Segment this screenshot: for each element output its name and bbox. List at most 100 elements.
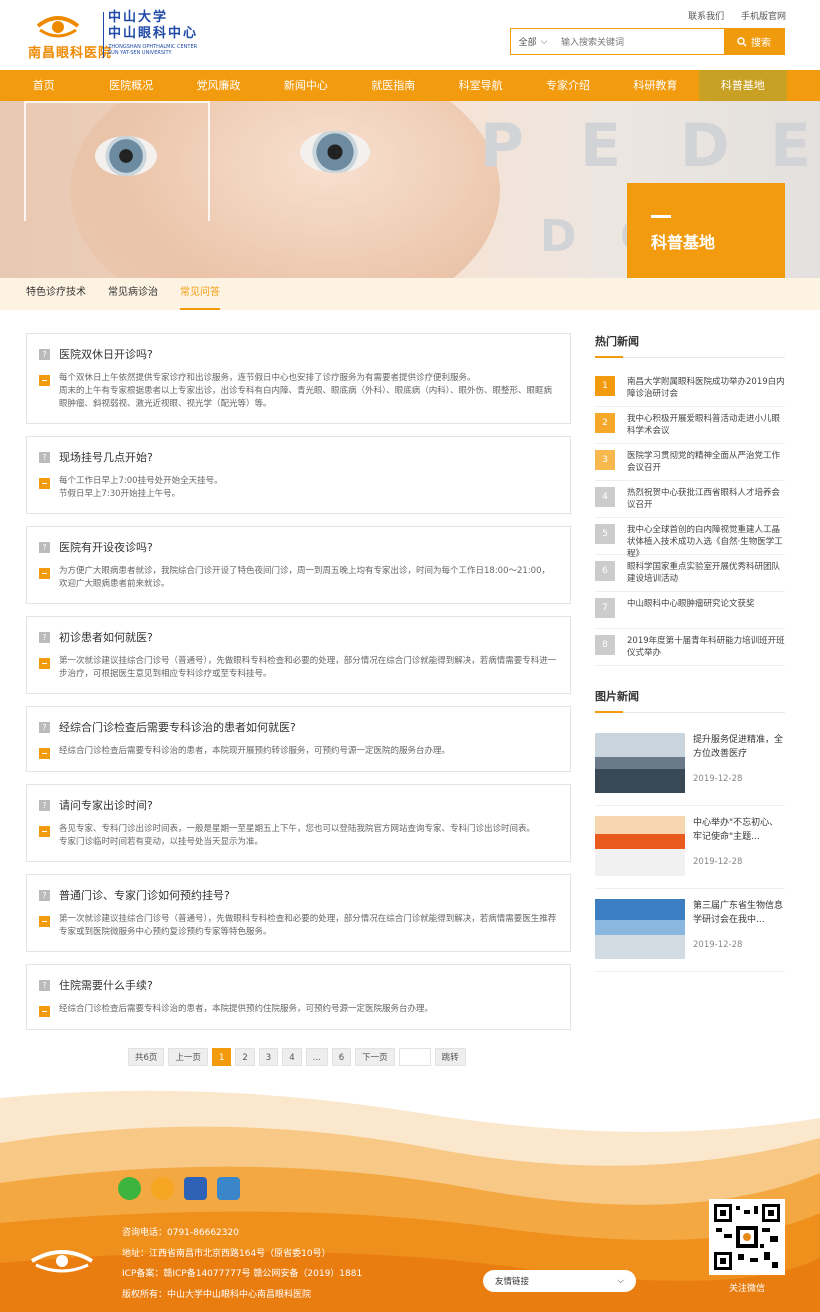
hot-news-item[interactable]: 4 热烈祝贺中心获批江西省眼科人才培养会议召开 [595,481,785,518]
faq-question[interactable]: ? 初诊患者如何就医? [39,627,558,647]
hot-news-item[interactable]: 6 眼科学国家重点实验室开展优秀科研团队建设培训活动 [595,555,785,592]
page-number-button[interactable]: 6 [331,1048,352,1066]
contact-link[interactable]: 联系我们 [688,12,724,22]
next-page-button[interactable]: 下一页 [355,1048,395,1066]
wechat-icon[interactable] [118,1177,141,1200]
rank-badge: 4 [595,487,615,507]
sub-tab[interactable]: 常见病诊治 [108,278,158,310]
faq-question-text: 初诊患者如何就医? [59,631,153,644]
page-number-button[interactable]: 2 [235,1048,255,1066]
page-number-button[interactable]: 4 [282,1048,302,1066]
banner-right-eye [300,131,370,173]
faq-answer: 第一次就诊建议挂综合门诊号（普通号），先做眼科专科检查和必要的处理，部分情况在综… [39,655,558,681]
faq-question[interactable]: ? 请问专家出诊时间? [39,795,558,815]
gov-badge-icon[interactable] [217,1177,240,1200]
faq-question[interactable]: ? 住院需要什么手续? [39,975,558,995]
news-thumbnail[interactable] [595,899,685,959]
faq-question[interactable]: ? 现场挂号几点开始? [39,447,558,467]
main-nav: 首页 医院概况 党风廉政 新闻中心 就医指南 科室导航 专家介绍 科研教育 科普基地 [0,70,820,101]
picture-news-date: 2019-12-28 [693,940,743,950]
hot-news-list: 1 南昌大学附属眼科医院成功举办2019白内障诊治研讨会 2 我中心积极开展爱眼科普活… [595,370,785,666]
hot-news-title-text: 热烈祝贺中心获批江西省眼科人才培养会议召开 [627,488,781,510]
friendly-links-select[interactable]: 友情链接 ⌵ [483,1270,636,1292]
faq-question[interactable]: ? 经综合门诊检查后需要专科诊治的患者如何就医? [39,717,558,737]
picture-news-item[interactable]: 第三届广东省生物信息学研讨会在我中... 2019-12-28 [595,889,785,972]
nav-item[interactable]: 科研教育 [612,70,699,101]
page-jump-input[interactable] [398,1048,431,1066]
faq-question[interactable]: ? 医院有开设夜诊吗? [39,537,558,557]
nav-item[interactable]: 新闻中心 [262,70,349,101]
faq-item[interactable]: ? 医院双休日开诊吗? 每个双休日上午依然提供专家诊疗和出诊服务，连节假日中心也安排… [26,333,571,424]
hot-news-item[interactable]: 7 中山眼科中心眼肿瘤研究论文获奖 [595,592,785,629]
hot-news-title-text: 医院学习贯彻党的精神全面从严治党工作会议召开 [627,451,781,473]
faq-item[interactable]: ? 普通门诊、专家门诊如何预约挂号? 第一次就诊建议挂综合门诊号（普通号），先做眼科… [26,874,571,952]
page-number-button[interactable]: ... [305,1048,328,1066]
rank-badge: 7 [595,598,615,618]
faq-item[interactable]: ? 初诊患者如何就医? 第一次就诊建议挂综合门诊号（普通号），先做眼科专科检查和必要… [26,616,571,694]
sidebar: 热门新闻 1 南昌大学附属眼科医院成功举办2019白内障诊治研讨会 2 我中心积极开展… [595,333,785,972]
hospital-logo[interactable]: 南昌眼科医院 中山大学 中山眼科中心 ZHONGSHAN OPHTHALMIC C… [26,10,199,61]
police-badge-icon[interactable] [184,1177,207,1200]
hot-news-item[interactable]: 1 南昌大学附属眼科医院成功举办2019白内障诊治研讨会 [595,370,785,407]
search-button[interactable]: 搜索 [724,29,784,54]
faq-question[interactable]: ? 医院双休日开诊吗? [39,344,558,364]
faq-item[interactable]: ? 现场挂号几点开始? 每个工作日早上7:00挂号处开始全天挂号。 节假日早上7:3… [26,436,571,514]
eye-chart-letter: E [770,111,811,181]
search-icon [737,36,747,46]
sub-tab[interactable]: 常见问答 [180,278,220,310]
faq-item[interactable]: ? 医院有开设夜诊吗? 为方便广大眼病患者就诊，我院综合门诊开设了特色夜间门诊，周一… [26,526,571,604]
hot-news-item[interactable]: 2 我中心积极开展爱眼科普活动走进小儿眼科学术会议 [595,407,785,444]
hot-news-item[interactable]: 8 2019年度第十届青年科研能力培训班开班仪式举办 [595,629,785,666]
faq-question[interactable]: ? 普通门诊、专家门诊如何预约挂号? [39,885,558,905]
nav-item[interactable]: 医院概况 [87,70,174,101]
hospital-name: 南昌眼科医院 [28,46,113,61]
question-icon: ? [39,889,50,901]
nav-item[interactable]: 就医指南 [350,70,437,101]
hot-news-title-text: 2019年度第十届青年科研能力培训班开班仪式举办 [627,636,785,658]
answer-icon [39,375,50,386]
news-thumbnail[interactable] [595,816,685,876]
faq-answer: 每个双休日上午依然提供专家诊疗和出诊服务，连节假日中心也安排了诊疗服务为有需要者… [39,372,558,411]
prev-page-button[interactable]: 上一页 [168,1048,208,1066]
faq-item[interactable]: ? 经综合门诊检查后需要专科诊治的患者如何就医? 经综合门诊检查后需要专科诊治的患者… [26,706,571,772]
picture-news-item[interactable]: 提升服务促进精准，全方位改善医疗 2019-12-28 [595,723,785,806]
faq-answer: 经综合门诊检查后需要专科诊治的患者，本院现开展预约转诊服务，可预约号源一定医院的… [39,745,558,759]
picture-news-title-text: 第三届广东省生物信息学研讨会在我中... [693,901,784,925]
sub-tabs: 特色诊疗技术 常见病诊治 常见问答 [0,278,820,310]
banner-title: 科普基地 [651,233,716,252]
sub-tab[interactable]: 特色诊疗技术 [26,278,86,310]
friendly-links-label: 友情链接 [495,1277,530,1287]
center-label: 中山眼科中心 [108,26,199,41]
answer-icon [39,478,50,489]
footer-info: 咨询电话：0791-86662320 地址：江西省南昌市北京西路164号（原省委… [122,1223,362,1305]
center-english-name: ZHONGSHAN OPHTHALMIC CENTER SUN YAT-SEN … [108,44,198,56]
mobile-site-link[interactable]: 手机版官网 [741,12,786,22]
banner-title-box: 科普基地 [627,183,785,278]
logo-divider [103,12,104,58]
nav-item[interactable]: 专家介绍 [524,70,611,101]
news-thumbnail[interactable] [595,733,685,793]
nav-item[interactable]: 科室导航 [437,70,524,101]
faq-item[interactable]: ? 请问专家出诊时间? 各见专家、专科门诊出诊时间表，一般是星期一至星期五上下午，您… [26,784,571,862]
hot-news-item[interactable]: 5 我中心全球首创的白内障视觉重建人工晶状体植入技术成功入选《自然·生物医学工程》 [595,518,785,559]
weibo-icon[interactable] [151,1177,174,1200]
nav-item[interactable]: 科普基地 [699,70,787,101]
faq-answer-text: 经综合门诊检查后需要专科诊治的患者，本院提供预约住院服务，可预约号源一定医院服务… [59,1004,434,1014]
question-icon: ? [39,541,50,553]
faq-item[interactable]: ? 住院需要什么手续? 经综合门诊检查后需要专科诊治的患者，本院提供预约住院服务，可… [26,964,571,1030]
hot-news-title-text: 我中心积极开展爱眼科普活动走进小儿眼科学术会议 [627,414,781,436]
rank-badge: 5 [595,524,615,544]
page-number-button[interactable]: 3 [258,1048,279,1066]
wechat-qr-code [709,1199,785,1275]
picture-news-item[interactable]: 中心举办"不忘初心、牢记使命"主题... 2019-12-28 [595,806,785,889]
nav-item[interactable]: 党风廉政 [175,70,262,101]
faq-question-text: 经综合门诊检查后需要专科诊治的患者如何就医? [59,721,296,734]
nav-item[interactable]: 首页 [0,70,87,101]
search-scope-select[interactable]: 全部 ⌵ [511,29,555,54]
page-jump-button[interactable]: 跳转 [434,1048,466,1066]
question-icon: ? [39,721,50,733]
search-input[interactable] [555,29,724,54]
page-number-button[interactable]: 1 [211,1048,232,1066]
banner: P E D E D O 科普基地 [0,101,820,278]
hot-news-item[interactable]: 3 医院学习贯彻党的精神全面从严治党工作会议召开 [595,444,785,481]
